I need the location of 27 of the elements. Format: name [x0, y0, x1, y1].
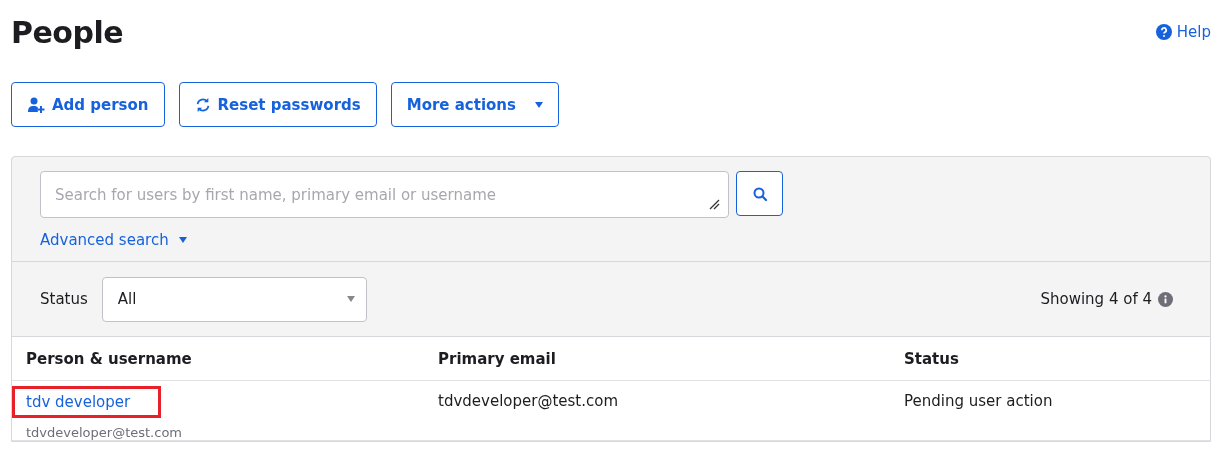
- help-icon: [1155, 24, 1172, 40]
- caret-icon: [346, 296, 355, 302]
- status-filter-label: Status: [40, 290, 88, 308]
- column-header: Primary email: [438, 349, 557, 368]
- result-count: Showing 4 of 4: [1040, 290, 1152, 308]
- username-text: tdvdeveloper@test.com: [26, 425, 183, 440]
- info-icon: [1158, 291, 1173, 307]
- caret-icon: [178, 237, 187, 243]
- table-cell-text: Pending user action: [904, 391, 1054, 412]
- column-header: Status: [904, 349, 960, 368]
- column-header: Person & username: [26, 349, 193, 368]
- person-name-link[interactable]: tdv developer: [26, 392, 131, 412]
- help-link[interactable]: Help: [1155, 23, 1211, 41]
- caret-icon: [534, 101, 543, 108]
- page-title: People: [11, 14, 124, 50]
- search-field[interactable]: Search for users by first name, primary email or username: [40, 171, 729, 218]
- search-button[interactable]: [736, 171, 783, 216]
- add-person-button[interactable]: Add person: [11, 82, 165, 127]
- reset-passwords-button[interactable]: Reset passwords: [178, 82, 377, 127]
- refresh-icon: [194, 96, 211, 113]
- table-cell-text: tdvdeveloper@test.com: [438, 391, 619, 412]
- more-actions-button[interactable]: More actions: [390, 82, 559, 127]
- status-select[interactable]: All: [101, 276, 367, 322]
- advanced-search-link[interactable]: Advanced search: [40, 231, 187, 249]
- add-user-icon: [27, 95, 45, 114]
- search-icon: [751, 185, 768, 202]
- resize-grip-icon: [708, 198, 720, 210]
